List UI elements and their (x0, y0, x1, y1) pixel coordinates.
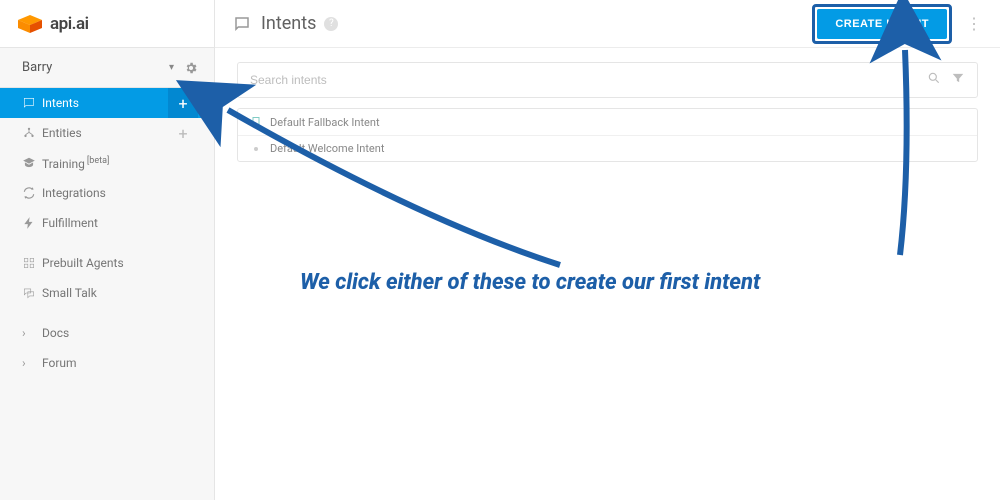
agent-name: Barry (22, 60, 52, 75)
intent-row[interactable]: Default Fallback Intent (238, 109, 977, 135)
sidebar-item-intents[interactable]: Intents + (0, 88, 214, 118)
intent-name: Default Fallback Intent (270, 116, 380, 129)
nav-label: Training[beta] (42, 156, 109, 171)
nav-label: Fulfillment (42, 216, 98, 230)
chat-bubbles-icon (22, 286, 42, 300)
help-icon[interactable]: ? (324, 17, 338, 31)
sidebar-item-fulfillment[interactable]: Fulfillment (0, 208, 214, 238)
sidebar-item-forum[interactable]: › Forum (0, 348, 214, 378)
gear-icon[interactable] (184, 61, 198, 75)
sidebar-item-docs[interactable]: › Docs (0, 318, 214, 348)
sidebar-item-integrations[interactable]: Integrations (0, 178, 214, 208)
nav-label: Entities (42, 126, 82, 140)
nav-label: Intents (42, 96, 79, 110)
sidebar-item-training[interactable]: Training[beta] (0, 148, 214, 178)
sidebar-item-prebuilt[interactable]: Prebuilt Agents (0, 248, 214, 278)
create-intent-button[interactable]: CREATE INTENT (817, 9, 947, 39)
caret-down-icon: ▾ (169, 62, 174, 73)
bolt-icon (22, 216, 42, 230)
sidebar-item-entities[interactable]: Entities + (0, 118, 214, 148)
chat-icon (22, 96, 42, 110)
nav-label: Docs (42, 326, 69, 340)
add-intent-button[interactable]: + (168, 88, 198, 118)
sidebar-item-smalltalk[interactable]: Small Talk (0, 278, 214, 308)
intent-row[interactable]: Default Welcome Intent (238, 135, 977, 161)
bookmark-icon (250, 116, 270, 128)
sidebar: api.ai Barry ▾ Intents + (0, 0, 215, 500)
page-title: Intents (261, 13, 316, 34)
nav-label: Integrations (42, 186, 106, 200)
grid-icon (22, 256, 42, 270)
box-icon (18, 15, 42, 33)
chevron-right-icon: › (22, 326, 42, 340)
hierarchy-icon (22, 126, 42, 140)
add-entity-button[interactable]: + (168, 118, 198, 148)
page-header: Intents ? CREATE INTENT ⋮ (215, 0, 1000, 48)
search-box[interactable] (237, 62, 978, 98)
nav: Intents + Entities + Training[beta] (0, 88, 214, 378)
brand-logo[interactable]: api.ai (0, 0, 214, 48)
chat-icon (233, 15, 251, 33)
chevron-right-icon: › (22, 356, 42, 370)
dot-icon (250, 143, 270, 155)
nav-label: Small Talk (42, 286, 97, 300)
main: Intents ? CREATE INTENT ⋮ (215, 0, 1000, 500)
intent-name: Default Welcome Intent (270, 142, 384, 155)
kebab-menu[interactable]: ⋮ (966, 14, 982, 33)
annotation-ring: CREATE INTENT (812, 4, 952, 44)
content-area: Default Fallback Intent Default Welcome … (215, 48, 1000, 500)
filter-icon[interactable] (951, 71, 965, 89)
intent-list: Default Fallback Intent Default Welcome … (237, 108, 978, 162)
nav-label: Forum (42, 356, 77, 370)
brand-text: api.ai (50, 14, 89, 34)
search-icon[interactable] (927, 71, 941, 89)
agent-selector[interactable]: Barry ▾ (0, 48, 214, 88)
sync-icon (22, 186, 42, 200)
nav-label: Prebuilt Agents (42, 256, 124, 270)
gradcap-icon (22, 156, 42, 170)
search-input[interactable] (250, 73, 927, 87)
